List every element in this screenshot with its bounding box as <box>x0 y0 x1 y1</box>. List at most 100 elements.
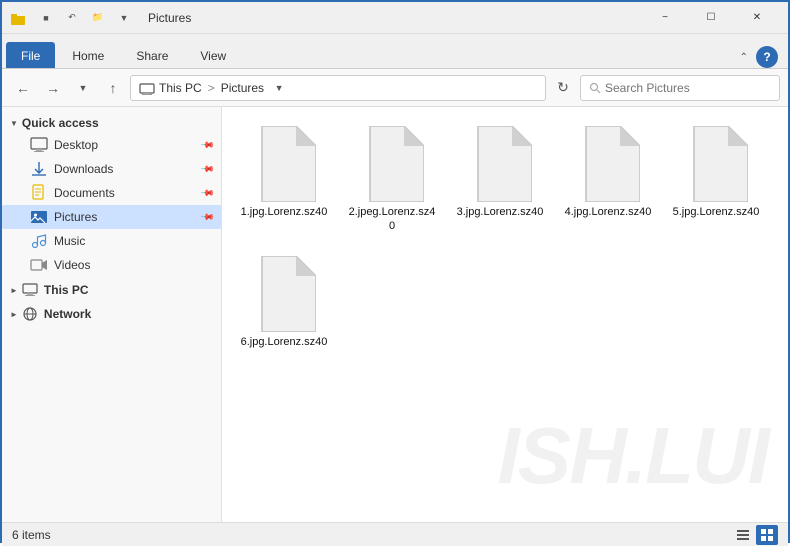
maximize-button[interactable]: ☐ <box>688 2 734 34</box>
path-thispc: This PC <box>159 81 202 95</box>
file-item-3[interactable]: 3.jpg.Lorenz.sz40 <box>450 119 550 241</box>
tab-view[interactable]: View <box>185 42 241 68</box>
title-bar-extras: ■ ↶ 📁 ▼ <box>34 7 136 29</box>
dropdown-btn[interactable]: ▼ <box>112 7 136 29</box>
address-bar: ← → ▼ ↑ This PC > Pictures ▼ ↻ <box>2 69 788 107</box>
file-label-3: 3.jpg.Lorenz.sz40 <box>457 205 544 219</box>
videos-label: Videos <box>54 258 90 272</box>
file-item-1[interactable]: 1.jpg.Lorenz.sz40 <box>234 119 334 241</box>
file-label-4: 4.jpg.Lorenz.sz40 <box>565 205 652 219</box>
file-item-5[interactable]: 5.jpg.Lorenz.sz40 <box>666 119 766 241</box>
title-bar: ■ ↶ 📁 ▼ Pictures − ☐ ✕ <box>2 2 788 34</box>
search-input[interactable] <box>605 81 771 95</box>
quick-access-btn[interactable]: ■ <box>34 7 58 29</box>
forward-button[interactable]: → <box>40 75 66 101</box>
undo-btn[interactable]: ↶ <box>60 7 84 29</box>
sidebar-item-videos[interactable]: Videos <box>2 253 221 277</box>
address-path[interactable]: This PC > Pictures ▼ <box>130 75 546 101</box>
downloads-label: Downloads <box>54 162 113 176</box>
grid-view-icon <box>760 528 774 542</box>
sidebar-quick-access-label: Quick access <box>22 116 99 130</box>
view-controls <box>732 525 778 545</box>
item-count: 6 items <box>12 528 51 542</box>
content-area: 1.jpg.Lorenz.sz40 2.jpeg.Lorenz.sz40 3.j… <box>222 107 788 522</box>
view-list-button[interactable] <box>732 525 754 545</box>
videos-icon <box>30 256 48 274</box>
back-button[interactable]: ← <box>10 75 36 101</box>
file-item-4[interactable]: 4.jpg.Lorenz.sz40 <box>558 119 658 241</box>
window-icon <box>10 10 30 26</box>
ribbon-tabs: File Home Share View ⌃ ? <box>2 34 788 68</box>
music-icon <box>30 232 48 250</box>
sidebar-quick-access-header[interactable]: ▼ Quick access <box>2 113 221 133</box>
sidebar-section-this-pc: ► This PC <box>2 279 221 301</box>
network-sidebar-icon <box>22 306 38 322</box>
window-title: Pictures <box>148 11 642 25</box>
help-button[interactable]: ? <box>756 46 778 68</box>
pictures-label: Pictures <box>54 210 97 224</box>
file-icon-4 <box>576 126 640 202</box>
network-label: Network <box>44 307 91 321</box>
up-button[interactable]: ↑ <box>100 75 126 101</box>
file-icon-3 <box>468 126 532 202</box>
chevron-this-pc-icon: ► <box>10 286 18 295</box>
file-icon-2 <box>360 126 424 202</box>
documents-icon <box>30 184 48 202</box>
tab-share[interactable]: Share <box>121 42 183 68</box>
pictures-icon <box>30 208 48 226</box>
tab-home[interactable]: Home <box>57 42 119 68</box>
file-label-1: 1.jpg.Lorenz.sz40 <box>241 205 328 219</box>
ribbon-collapse-icon[interactable]: ⌃ <box>736 48 752 67</box>
close-button[interactable]: ✕ <box>734 2 780 34</box>
sidebar-item-desktop[interactable]: Desktop 📌 <box>2 133 221 157</box>
this-pc-icon <box>139 80 155 96</box>
sidebar-item-downloads[interactable]: Downloads 📌 <box>2 157 221 181</box>
file-item-2[interactable]: 2.jpeg.Lorenz.sz40 <box>342 119 442 241</box>
status-bar: 6 items <box>2 522 788 546</box>
folder-up-btn[interactable]: 📁 <box>86 7 110 29</box>
file-icon-1 <box>252 126 316 202</box>
pin-icon-desktop: 📌 <box>200 137 216 153</box>
music-label: Music <box>54 234 85 248</box>
sidebar-item-pictures[interactable]: Pictures 📌 <box>2 205 221 229</box>
file-label-6: 6.jpg.Lorenz.sz40 <box>241 335 328 349</box>
this-pc-sidebar-icon <box>22 282 38 298</box>
sidebar-network-header[interactable]: ► Network <box>2 303 221 325</box>
desktop-icon <box>30 136 48 154</box>
path-pictures: Pictures <box>221 81 264 95</box>
tab-file[interactable]: File <box>6 42 55 68</box>
watermark: ISH.LUI <box>498 410 768 502</box>
minimize-button[interactable]: − <box>642 2 688 34</box>
file-icon-5 <box>684 126 748 202</box>
ribbon-right: ⌃ ? <box>736 46 784 68</box>
sidebar-item-music[interactable]: Music <box>2 229 221 253</box>
list-view-icon <box>736 528 750 542</box>
file-label-5: 5.jpg.Lorenz.sz40 <box>673 205 760 219</box>
sidebar-section-quick-access: ▼ Quick access Desktop 📌 Downloads 📌 <box>2 113 221 277</box>
downloads-icon <box>30 160 48 178</box>
search-box[interactable] <box>580 75 780 101</box>
pin-icon-documents: 📌 <box>200 185 216 201</box>
documents-label: Documents <box>54 186 115 200</box>
this-pc-label: This PC <box>44 283 89 297</box>
refresh-button[interactable]: ↻ <box>550 75 576 101</box>
window-controls: − ☐ ✕ <box>642 2 780 34</box>
pin-icon-downloads: 📌 <box>200 161 216 177</box>
search-icon <box>589 82 601 94</box>
path-separator-1: > <box>208 81 215 95</box>
file-label-2: 2.jpeg.Lorenz.sz40 <box>347 205 437 234</box>
chevron-icon: ▼ <box>10 119 18 128</box>
view-grid-button[interactable] <box>756 525 778 545</box>
main-layout: ▼ Quick access Desktop 📌 Downloads 📌 <box>2 107 788 522</box>
sidebar-section-network: ► Network <box>2 303 221 325</box>
file-icon-6 <box>252 256 316 332</box>
address-dropdown-button[interactable]: ▼ <box>268 75 290 101</box>
file-item-6[interactable]: 6.jpg.Lorenz.sz40 <box>234 249 334 356</box>
desktop-label: Desktop <box>54 138 98 152</box>
sidebar-this-pc-header[interactable]: ► This PC <box>2 279 221 301</box>
sidebar-item-documents[interactable]: Documents 📌 <box>2 181 221 205</box>
sidebar: ▼ Quick access Desktop 📌 Downloads 📌 <box>2 107 222 522</box>
ribbon: File Home Share View ⌃ ? <box>2 34 788 69</box>
pin-icon-pictures: 📌 <box>200 209 216 225</box>
recent-locations-button[interactable]: ▼ <box>70 75 96 101</box>
